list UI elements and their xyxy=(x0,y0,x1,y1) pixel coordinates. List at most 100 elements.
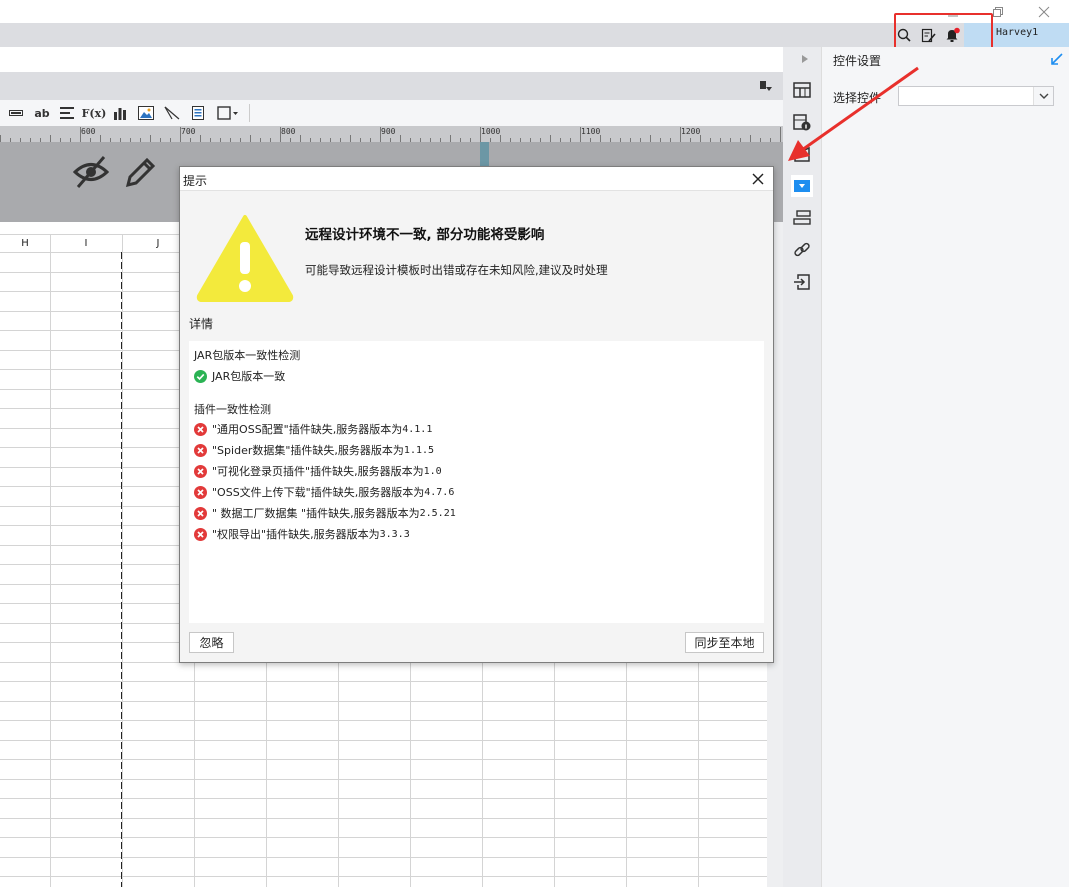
jar-result-text: JAR包版本一致 xyxy=(212,370,286,383)
ruler-label: 800 xyxy=(281,127,296,136)
plugin-error-item: "OSS文件上传下载"插件缺失,服务器版本为 4.7.6 xyxy=(194,484,454,500)
plugin-version: 1.0 xyxy=(423,465,442,477)
plugin-version: 1.1.5 xyxy=(403,444,435,456)
column-header[interactable]: I xyxy=(50,234,122,252)
plugin-version: 4.7.6 xyxy=(424,486,455,498)
plugin-error-text: "OSS文件上传下载"插件缺失,服务器版本为 xyxy=(212,486,425,499)
dialog-title: 提示 xyxy=(183,174,208,188)
ruler-label: 1200 xyxy=(681,127,701,136)
sync-to-local-button[interactable]: 同步至本地 xyxy=(685,632,764,653)
plugin-error-item: "通用OSS配置"插件缺失,服务器版本为 4.1.1 xyxy=(194,421,432,437)
plugin-error-item: "Spider数据集"插件缺失,服务器版本为 1.1.5 xyxy=(194,442,434,458)
ruler-tick xyxy=(650,135,651,142)
sub-report-button[interactable] xyxy=(190,104,206,122)
ruler-tick xyxy=(0,135,1,142)
environment-warning-dialog: 提示 远程设计环境不一致, 部分功能将受影响 可能导致远程设计模板时出错或存在未… xyxy=(179,166,774,663)
ignore-button[interactable]: 忽略 xyxy=(189,632,234,653)
border-button[interactable] xyxy=(216,104,240,122)
ruler-tick xyxy=(580,127,581,142)
ruler-tick xyxy=(480,127,481,142)
image-icon xyxy=(138,106,154,120)
side-button-widget[interactable] xyxy=(791,175,813,197)
side-button-import[interactable] xyxy=(791,271,813,293)
collapse-panel-icon[interactable] xyxy=(1050,53,1063,66)
error-circle-icon xyxy=(194,527,207,541)
side-button-hyperlink[interactable] xyxy=(791,239,813,261)
chart-button[interactable] xyxy=(112,104,128,122)
restore-icon xyxy=(993,6,1003,17)
jar-check-result: JAR包版本一致 xyxy=(194,368,285,384)
ruler-tick xyxy=(500,135,501,142)
plugin-error-item: "可视化登录页插件"插件缺失,服务器版本为 1.0 xyxy=(194,463,442,479)
plugin-error-text: "可视化登录页插件"插件缺失,服务器版本为 xyxy=(212,465,424,478)
check-circle-icon xyxy=(194,369,207,383)
close-icon xyxy=(1038,6,1050,17)
diagonal-line-icon xyxy=(164,106,180,120)
ruler-tick xyxy=(150,135,151,142)
link-icon xyxy=(794,242,810,257)
ruler-label: 1100 xyxy=(581,127,601,136)
error-circle-icon xyxy=(194,443,207,457)
dialog-close-button[interactable] xyxy=(749,170,767,188)
ruler-marker[interactable] xyxy=(480,142,489,166)
widget-settings-panel xyxy=(821,47,1069,887)
chevron-down-icon xyxy=(1033,87,1053,105)
ruler-tick xyxy=(600,135,601,142)
ruler-label: 600 xyxy=(81,127,96,136)
plugin-version: 2.5.21 xyxy=(419,507,456,519)
text-field-icon xyxy=(9,110,23,116)
ruler-tick xyxy=(550,135,551,142)
text-tool-button[interactable]: ab xyxy=(33,104,51,122)
ruler-tick xyxy=(300,135,301,142)
plugin-error-text: "Spider数据集"插件缺失,服务器版本为 xyxy=(212,444,404,457)
close-window-button[interactable] xyxy=(1021,0,1067,23)
text-field-button[interactable] xyxy=(8,104,24,122)
formula-button[interactable]: F(x) xyxy=(82,104,107,122)
sub-report-icon xyxy=(192,106,204,120)
error-circle-icon xyxy=(194,506,207,520)
ruler-tick xyxy=(200,135,201,142)
ruler-tick xyxy=(80,127,81,142)
ruler-tick xyxy=(450,135,451,142)
warning-icon xyxy=(196,215,294,302)
toolbar-separator xyxy=(249,104,250,122)
column-header[interactable]: H xyxy=(0,234,50,252)
dock-menu-icon[interactable] xyxy=(759,80,773,92)
import-icon xyxy=(794,274,810,290)
hide-icon[interactable] xyxy=(73,155,109,189)
ruler-tick xyxy=(750,135,751,142)
ruler-label: 900 xyxy=(381,127,396,136)
error-circle-icon xyxy=(194,422,207,436)
ruler-tick xyxy=(280,127,281,142)
dialog-titlebar: 提示 xyxy=(180,167,773,191)
username[interactable]: Harvey1 xyxy=(996,27,1038,38)
ruler-tick xyxy=(680,127,681,142)
plugin-check-title: 插件一致性检测 xyxy=(194,403,271,416)
image-button[interactable] xyxy=(137,104,155,122)
border-icon xyxy=(217,106,238,120)
error-circle-icon xyxy=(194,485,207,499)
ruler-tick xyxy=(50,135,51,142)
bar-chart-icon xyxy=(114,108,126,120)
ruler-tick xyxy=(250,135,251,142)
error-circle-icon xyxy=(194,464,207,478)
ruler-label: 700 xyxy=(181,127,196,136)
ruler-tick xyxy=(400,135,401,142)
horizontal-ruler: 600 700 800 900 1000 1100 1200 xyxy=(0,126,783,142)
ruler-label: 1000 xyxy=(481,127,501,136)
ruler-tick xyxy=(180,127,181,142)
diagonal-line-button[interactable] xyxy=(163,104,181,122)
plugin-version: 3.3.3 xyxy=(379,528,410,540)
side-button-layout[interactable] xyxy=(791,207,813,229)
details-label: 详情 xyxy=(189,317,214,331)
ruler-tick xyxy=(350,135,351,142)
annotation-highlight-box xyxy=(894,13,993,51)
dialog-subtext: 可能导致远程设计模板时出错或存在未知风险,建议及时处理 xyxy=(305,263,608,277)
plugin-error-text: "通用OSS配置"插件缺失,服务器版本为 xyxy=(212,423,403,436)
plugin-error-item: " 数据工厂数据集 "插件缺失,服务器版本为 2.5.21 xyxy=(194,505,456,521)
align-button[interactable] xyxy=(59,104,75,122)
ruler-tick xyxy=(700,135,701,142)
plugin-error-text: "权限导出"插件缺失,服务器版本为 xyxy=(212,528,380,541)
plugin-error-item: "权限导出"插件缺失,服务器版本为 3.3.3 xyxy=(194,526,410,542)
pencil-icon[interactable] xyxy=(125,156,157,188)
